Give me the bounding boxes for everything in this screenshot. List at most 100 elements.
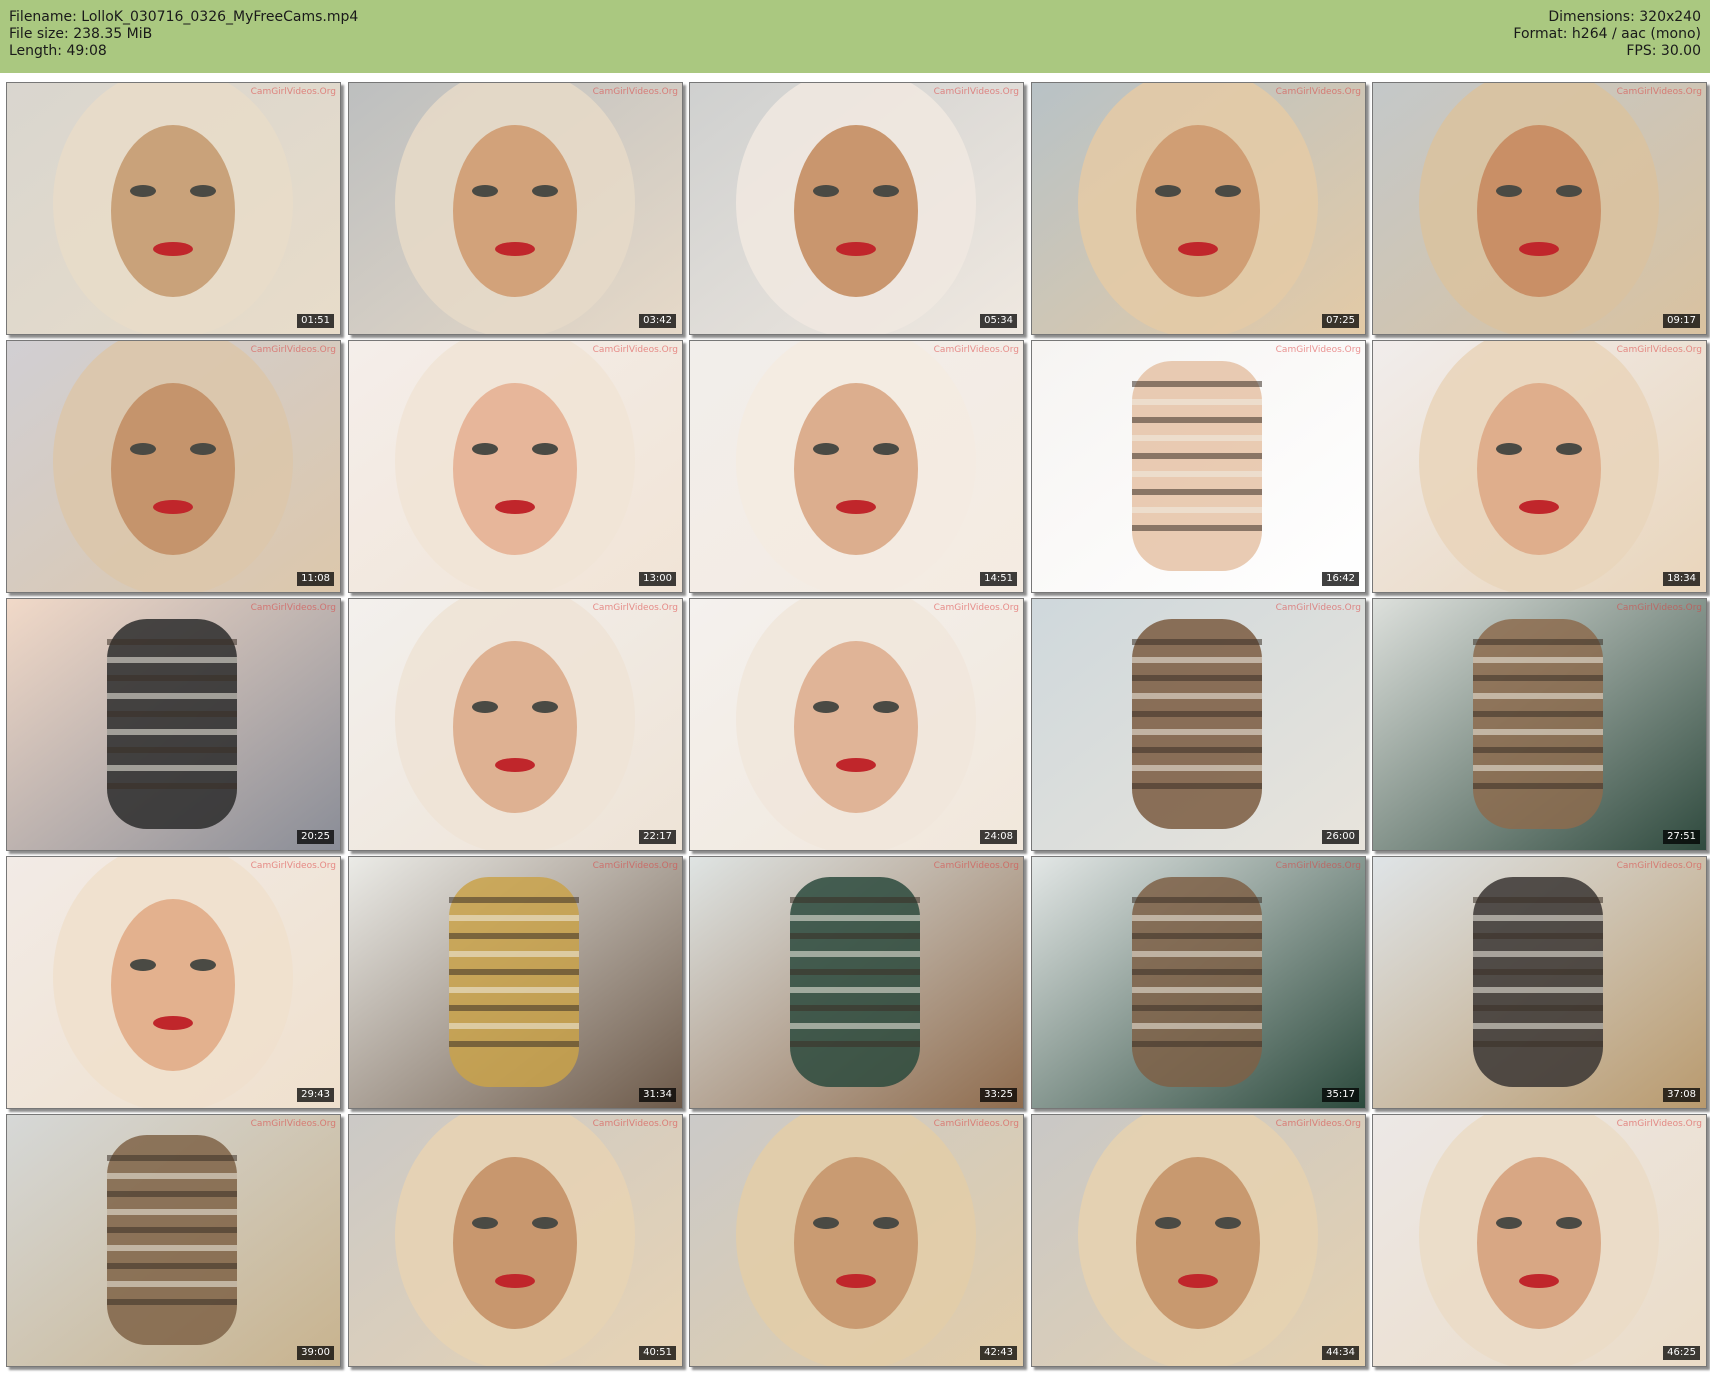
video-thumbnail[interactable]: CamGirlVideos.Org 35:17 — [1031, 856, 1366, 1109]
video-thumbnail[interactable]: CamGirlVideos.Org 22:17 — [348, 598, 683, 851]
video-thumbnail[interactable]: CamGirlVideos.Org 13:00 — [348, 340, 683, 593]
thumbnail-frame-image — [1032, 857, 1365, 1108]
header-left-info: Filename: LolloK_030716_0326_MyFreeCams.… — [9, 9, 358, 60]
timestamp-label: 22:17 — [639, 830, 676, 844]
length-text: Length: 49:08 — [9, 43, 107, 59]
watermark-text: CamGirlVideos.Org — [250, 603, 336, 613]
video-thumbnail[interactable]: CamGirlVideos.Org 37:08 — [1372, 856, 1707, 1109]
watermark-text: CamGirlVideos.Org — [1275, 345, 1361, 355]
watermark-text: CamGirlVideos.Org — [250, 861, 336, 871]
watermark-text: CamGirlVideos.Org — [1275, 603, 1361, 613]
thumbnail-frame-image — [7, 1115, 340, 1366]
watermark-text: CamGirlVideos.Org — [592, 1119, 678, 1129]
thumbnail-frame-image — [7, 83, 340, 334]
thumbnail-frame-image — [1373, 341, 1706, 592]
video-thumbnail[interactable]: CamGirlVideos.Org 33:25 — [689, 856, 1024, 1109]
thumbnail-frame-image — [690, 341, 1023, 592]
video-thumbnail[interactable]: CamGirlVideos.Org 44:34 — [1031, 1114, 1366, 1367]
filename-text: Filename: LolloK_030716_0326_MyFreeCams.… — [9, 9, 359, 25]
timestamp-label: 39:00 — [297, 1346, 334, 1360]
watermark-text: CamGirlVideos.Org — [250, 87, 336, 97]
dimensions-text: Dimensions: 320x240 — [1548, 9, 1701, 25]
timestamp-label: 13:00 — [639, 572, 676, 586]
timestamp-label: 05:34 — [980, 314, 1017, 328]
watermark-text: CamGirlVideos.Org — [592, 861, 678, 871]
video-thumbnail[interactable]: CamGirlVideos.Org 09:17 — [1372, 82, 1707, 335]
thumbnail-frame-image — [1373, 599, 1706, 850]
timestamp-label: 42:43 — [980, 1346, 1017, 1360]
timestamp-label: 27:51 — [1663, 830, 1700, 844]
filesize-text: File size: 238.35 MiB — [9, 26, 153, 42]
timestamp-label: 37:08 — [1663, 1088, 1700, 1102]
watermark-text: CamGirlVideos.Org — [933, 87, 1019, 97]
video-thumbnail[interactable]: CamGirlVideos.Org 11:08 — [6, 340, 341, 593]
video-thumbnail[interactable]: CamGirlVideos.Org 31:34 — [348, 856, 683, 1109]
thumbnail-frame-image — [690, 599, 1023, 850]
watermark-text: CamGirlVideos.Org — [1616, 1119, 1702, 1129]
timestamp-label: 03:42 — [639, 314, 676, 328]
thumbnail-frame-image — [1032, 1115, 1365, 1366]
video-thumbnail[interactable]: CamGirlVideos.Org 24:08 — [689, 598, 1024, 851]
thumbnail-frame-image — [1032, 599, 1365, 850]
timestamp-label: 26:00 — [1322, 830, 1359, 844]
timestamp-label: 31:34 — [639, 1088, 676, 1102]
timestamp-label: 01:51 — [297, 314, 334, 328]
watermark-text: CamGirlVideos.Org — [250, 345, 336, 355]
watermark-text: CamGirlVideos.Org — [250, 1119, 336, 1129]
video-thumbnail[interactable]: CamGirlVideos.Org 16:42 — [1031, 340, 1366, 593]
watermark-text: CamGirlVideos.Org — [1616, 861, 1702, 871]
video-thumbnail[interactable]: CamGirlVideos.Org 14:51 — [689, 340, 1024, 593]
video-thumbnail[interactable]: CamGirlVideos.Org 18:34 — [1372, 340, 1707, 593]
thumbnail-frame-image — [349, 857, 682, 1108]
video-thumbnail[interactable]: CamGirlVideos.Org 03:42 — [348, 82, 683, 335]
timestamp-label: 11:08 — [297, 572, 334, 586]
video-thumbnail[interactable]: CamGirlVideos.Org 27:51 — [1372, 598, 1707, 851]
thumbnail-frame-image — [349, 1115, 682, 1366]
timestamp-label: 07:25 — [1322, 314, 1359, 328]
timestamp-label: 20:25 — [297, 830, 334, 844]
watermark-text: CamGirlVideos.Org — [592, 603, 678, 613]
watermark-text: CamGirlVideos.Org — [1275, 861, 1361, 871]
timestamp-label: 09:17 — [1663, 314, 1700, 328]
header-right-info: Dimensions: 320x240 Format: h264 / aac (… — [1513, 9, 1701, 60]
thumbnail-frame-image — [690, 83, 1023, 334]
video-thumbnail[interactable]: CamGirlVideos.Org 42:43 — [689, 1114, 1024, 1367]
timestamp-label: 35:17 — [1322, 1088, 1359, 1102]
format-text: Format: h264 / aac (mono) — [1513, 26, 1701, 42]
watermark-text: CamGirlVideos.Org — [1616, 87, 1702, 97]
timestamp-label: 18:34 — [1663, 572, 1700, 586]
watermark-text: CamGirlVideos.Org — [933, 345, 1019, 355]
watermark-text: CamGirlVideos.Org — [933, 1119, 1019, 1129]
info-header: Filename: LolloK_030716_0326_MyFreeCams.… — [0, 0, 1710, 73]
timestamp-label: 29:43 — [297, 1088, 334, 1102]
timestamp-label: 16:42 — [1322, 572, 1359, 586]
thumbnail-frame-image — [349, 341, 682, 592]
thumbnail-frame-image — [1032, 341, 1365, 592]
watermark-text: CamGirlVideos.Org — [1616, 603, 1702, 613]
thumbnail-frame-image — [1373, 83, 1706, 334]
thumbnail-frame-image — [7, 341, 340, 592]
thumbnail-frame-image — [349, 599, 682, 850]
video-thumbnail[interactable]: CamGirlVideos.Org 20:25 — [6, 598, 341, 851]
watermark-text: CamGirlVideos.Org — [592, 87, 678, 97]
thumbnail-frame-image — [1032, 83, 1365, 334]
watermark-text: CamGirlVideos.Org — [933, 861, 1019, 871]
timestamp-label: 46:25 — [1663, 1346, 1700, 1360]
watermark-text: CamGirlVideos.Org — [1275, 87, 1361, 97]
thumbnail-grid: CamGirlVideos.Org 01:51 CamGirlVideos.Org 0… — [6, 82, 1707, 1369]
timestamp-label: 14:51 — [980, 572, 1017, 586]
timestamp-label: 24:08 — [980, 830, 1017, 844]
video-thumbnail[interactable]: CamGirlVideos.Org 26:00 — [1031, 598, 1366, 851]
video-thumbnail[interactable]: CamGirlVideos.Org 40:51 — [348, 1114, 683, 1367]
video-thumbnail[interactable]: CamGirlVideos.Org 39:00 — [6, 1114, 341, 1367]
thumbnail-frame-image — [690, 1115, 1023, 1366]
video-thumbnail[interactable]: CamGirlVideos.Org 29:43 — [6, 856, 341, 1109]
video-thumbnail[interactable]: CamGirlVideos.Org 05:34 — [689, 82, 1024, 335]
thumbnail-frame-image — [690, 857, 1023, 1108]
timestamp-label: 33:25 — [980, 1088, 1017, 1102]
fps-text: FPS: 30.00 — [1626, 43, 1701, 59]
thumbnail-frame-image — [7, 599, 340, 850]
video-thumbnail[interactable]: CamGirlVideos.Org 46:25 — [1372, 1114, 1707, 1367]
video-thumbnail[interactable]: CamGirlVideos.Org 01:51 — [6, 82, 341, 335]
video-thumbnail[interactable]: CamGirlVideos.Org 07:25 — [1031, 82, 1366, 335]
